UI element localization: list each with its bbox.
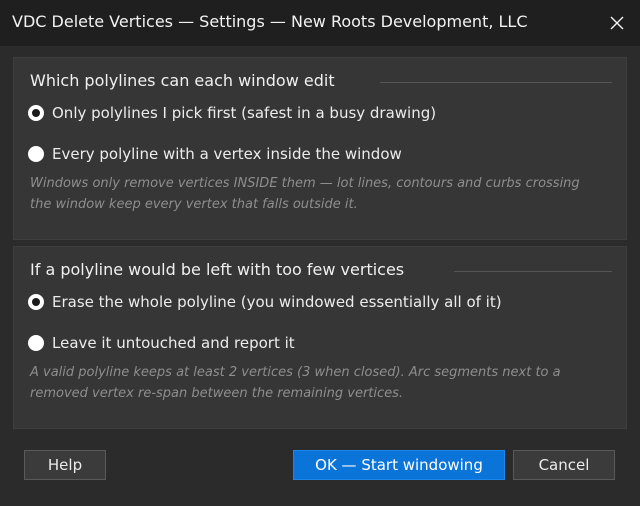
- title-bar: VDC Delete Vertices — Settings — New Roo…: [0, 0, 640, 46]
- edit-scope-group: Which polylines can each window edit Onl…: [13, 57, 627, 240]
- radio-button[interactable]: [28, 146, 44, 162]
- group-divider: [454, 271, 612, 272]
- close-button[interactable]: [594, 0, 640, 46]
- window-title: VDC Delete Vertices — Settings — New Roo…: [12, 12, 528, 31]
- radio-every-polyline[interactable]: Every polyline with a vertex inside the …: [28, 143, 402, 165]
- radio-label: Every polyline with a vertex inside the …: [52, 145, 402, 163]
- too-few-vertices-heading: If a polyline would be left with too few…: [30, 260, 405, 279]
- cancel-button[interactable]: Cancel: [513, 450, 615, 480]
- radio-leave-untouched[interactable]: Leave it untouched and report it: [28, 332, 295, 354]
- radio-label: Leave it untouched and report it: [52, 334, 295, 352]
- radio-label: Erase the whole polyline (you windowed e…: [52, 293, 502, 311]
- group-divider: [380, 82, 612, 83]
- radio-label: Only polylines I pick first (safest in a…: [52, 104, 437, 122]
- edit-scope-note: Windows only remove vertices INSIDE them…: [30, 176, 580, 212]
- too-few-vertices-group: If a polyline would be left with too few…: [13, 246, 627, 429]
- close-icon: [610, 16, 624, 30]
- radio-button-selected[interactable]: [28, 294, 44, 310]
- too-few-vertices-note: A valid polyline keeps at least 2 vertic…: [30, 365, 561, 401]
- edit-scope-heading: Which polylines can each window edit: [30, 71, 335, 90]
- help-button[interactable]: Help: [24, 450, 106, 480]
- radio-picked-only[interactable]: Only polylines I pick first (safest in a…: [28, 102, 436, 124]
- ok-start-windowing-button[interactable]: OK — Start windowing: [293, 450, 505, 480]
- radio-button-selected[interactable]: [28, 105, 44, 121]
- radio-erase-polyline[interactable]: Erase the whole polyline (you windowed e…: [28, 291, 502, 313]
- radio-button[interactable]: [28, 335, 44, 351]
